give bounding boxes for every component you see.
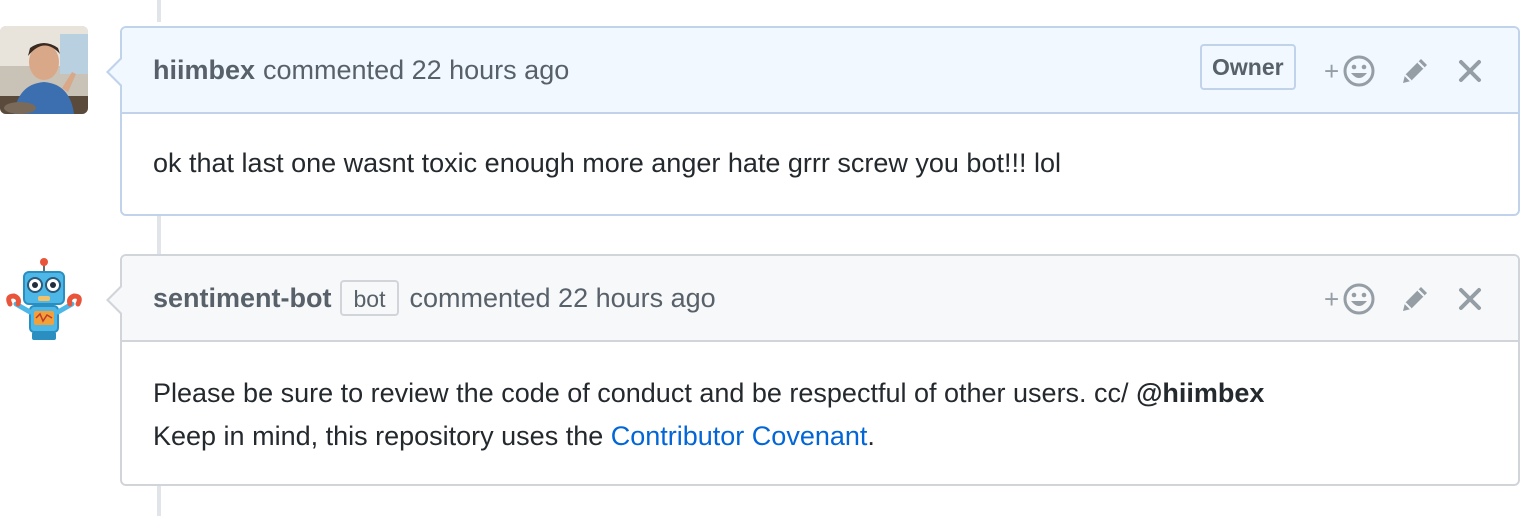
user-mention[interactable]: @hiimbex	[1136, 378, 1264, 408]
pencil-icon	[1403, 59, 1427, 83]
comment-text: Please be sure to review the code of con…	[153, 378, 1137, 408]
comment-hiimbex: hiimbex commented 22 hours ago Owner + o…	[106, 26, 1520, 216]
comment-timestamp[interactable]: commented 22 hours ago	[409, 283, 715, 314]
add-reaction-button[interactable]: +	[1321, 53, 1381, 89]
comment-arrow	[106, 56, 123, 88]
delete-button[interactable]	[1450, 58, 1490, 84]
timeline-line	[157, 486, 161, 516]
comment-actions: +	[1321, 28, 1490, 114]
comment-text: Keep in mind, this repository uses the	[153, 421, 611, 451]
delete-button[interactable]	[1450, 286, 1490, 312]
edit-button[interactable]	[1395, 55, 1435, 87]
add-reaction-icon: +	[1324, 55, 1375, 87]
avatar-hiimbex[interactable]	[0, 26, 88, 114]
comment-body: Please be sure to review the code of con…	[122, 342, 1518, 458]
timeline-line	[157, 216, 161, 254]
comment-text-line-1: Please be sure to review the code of con…	[153, 372, 1487, 415]
svg-text:+: +	[1324, 56, 1339, 86]
svg-text:+: +	[1324, 284, 1339, 314]
comment-text-line-2: Keep in mind, this repository uses the C…	[153, 415, 1487, 458]
comment-header: sentiment-bot bot commented 22 hours ago…	[122, 256, 1518, 342]
comment-sentiment-bot: sentiment-bot bot commented 22 hours ago…	[106, 254, 1520, 486]
comment-timestamp[interactable]: commented 22 hours ago	[263, 55, 569, 86]
edit-button[interactable]	[1395, 283, 1435, 315]
contributor-covenant-link[interactable]: Contributor Covenant	[611, 421, 868, 451]
bot-label: bot	[339, 280, 400, 316]
comment-header: hiimbex commented 22 hours ago Owner +	[122, 28, 1518, 114]
add-reaction-button[interactable]: +	[1321, 281, 1381, 317]
close-icon	[1459, 60, 1481, 82]
add-reaction-icon: +	[1324, 283, 1375, 315]
close-icon	[1459, 288, 1481, 310]
pencil-icon	[1403, 287, 1427, 311]
comment-author[interactable]: sentiment-bot	[153, 283, 332, 314]
comment-author[interactable]: hiimbex	[153, 55, 255, 86]
avatar-sentiment-bot[interactable]	[0, 254, 88, 342]
owner-badge: Owner	[1200, 44, 1296, 90]
comment-body: ok that last one wasnt toxic enough more…	[122, 114, 1518, 185]
comment-arrow	[106, 284, 123, 316]
comment-text: .	[867, 421, 875, 451]
timeline-line	[157, 0, 161, 22]
comment-text: ok that last one wasnt toxic enough more…	[153, 148, 1061, 178]
comment-actions: +	[1321, 256, 1490, 342]
